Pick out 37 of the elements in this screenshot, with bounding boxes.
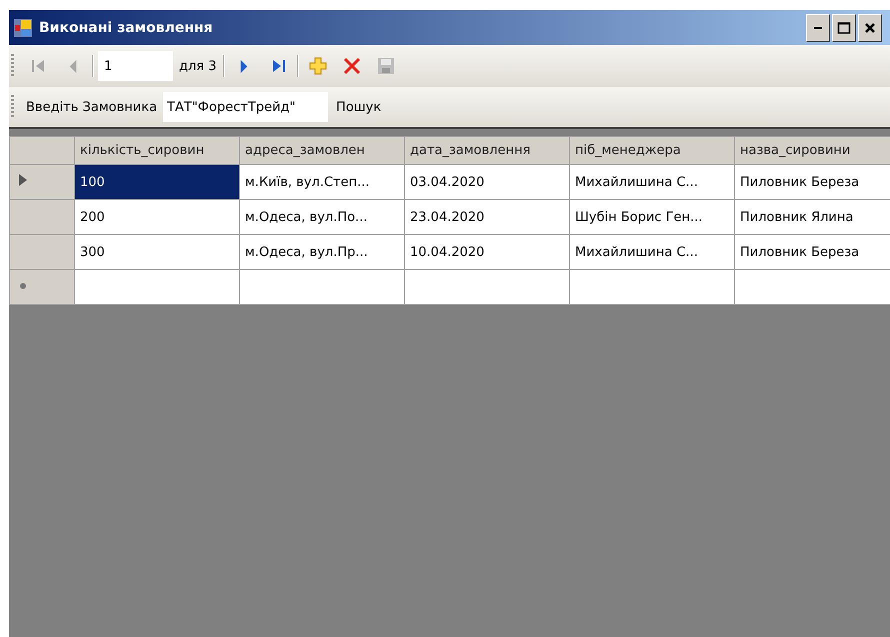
customer-field[interactable]: ТАТ"ФорестТрейд" xyxy=(163,92,328,122)
maximize-icon xyxy=(837,20,851,34)
next-icon xyxy=(240,60,248,72)
maximize-button[interactable] xyxy=(832,14,856,42)
corner-header xyxy=(10,136,74,164)
table-cell: Шубін Борис Ген... xyxy=(570,200,734,234)
customer-label: Введіть Замовника xyxy=(25,100,158,114)
table-cell: Михайлишина С... xyxy=(570,164,734,200)
position-field[interactable]: 1 xyxy=(98,51,173,81)
minimize-button[interactable] xyxy=(806,14,830,42)
column-header[interactable]: назва_сировини xyxy=(734,136,890,164)
table-cell: м.Київ, вул.Степ... xyxy=(240,164,404,200)
minimize-icon xyxy=(814,26,822,28)
close-button[interactable] xyxy=(858,14,882,42)
row-header[interactable] xyxy=(10,164,74,200)
table-cell: Михайлишина С... xyxy=(570,234,734,270)
close-icon xyxy=(864,22,876,34)
new-row-icon xyxy=(18,280,28,290)
column-header[interactable]: кількість_сировин xyxy=(74,136,240,164)
table-cell: м.Одеса, вул.Пр... xyxy=(240,234,404,270)
table-cell: 100 xyxy=(74,164,240,200)
form-icon xyxy=(13,18,33,38)
search-button[interactable]: Пошук xyxy=(332,96,386,118)
column-header[interactable]: дата_замовлення xyxy=(404,136,570,164)
count-label: для 3 xyxy=(178,58,218,74)
table-cell: 300 xyxy=(74,234,240,270)
plus-icon xyxy=(306,55,329,77)
window-title: Виконані замовлення xyxy=(39,20,214,36)
column-header[interactable]: піб_менеджера xyxy=(570,136,734,164)
table-cell: 200 xyxy=(74,200,240,234)
table-cell: м.Одеса, вул.По... xyxy=(240,200,404,234)
previous-icon xyxy=(69,60,77,72)
table-cell: 23.04.2020 xyxy=(404,200,570,234)
table-cell: 03.04.2020 xyxy=(404,164,570,200)
table-cell: 10.04.2020 xyxy=(404,234,570,270)
current-row-icon xyxy=(18,174,28,186)
column-header[interactable]: адреса_замовлен xyxy=(240,136,404,164)
